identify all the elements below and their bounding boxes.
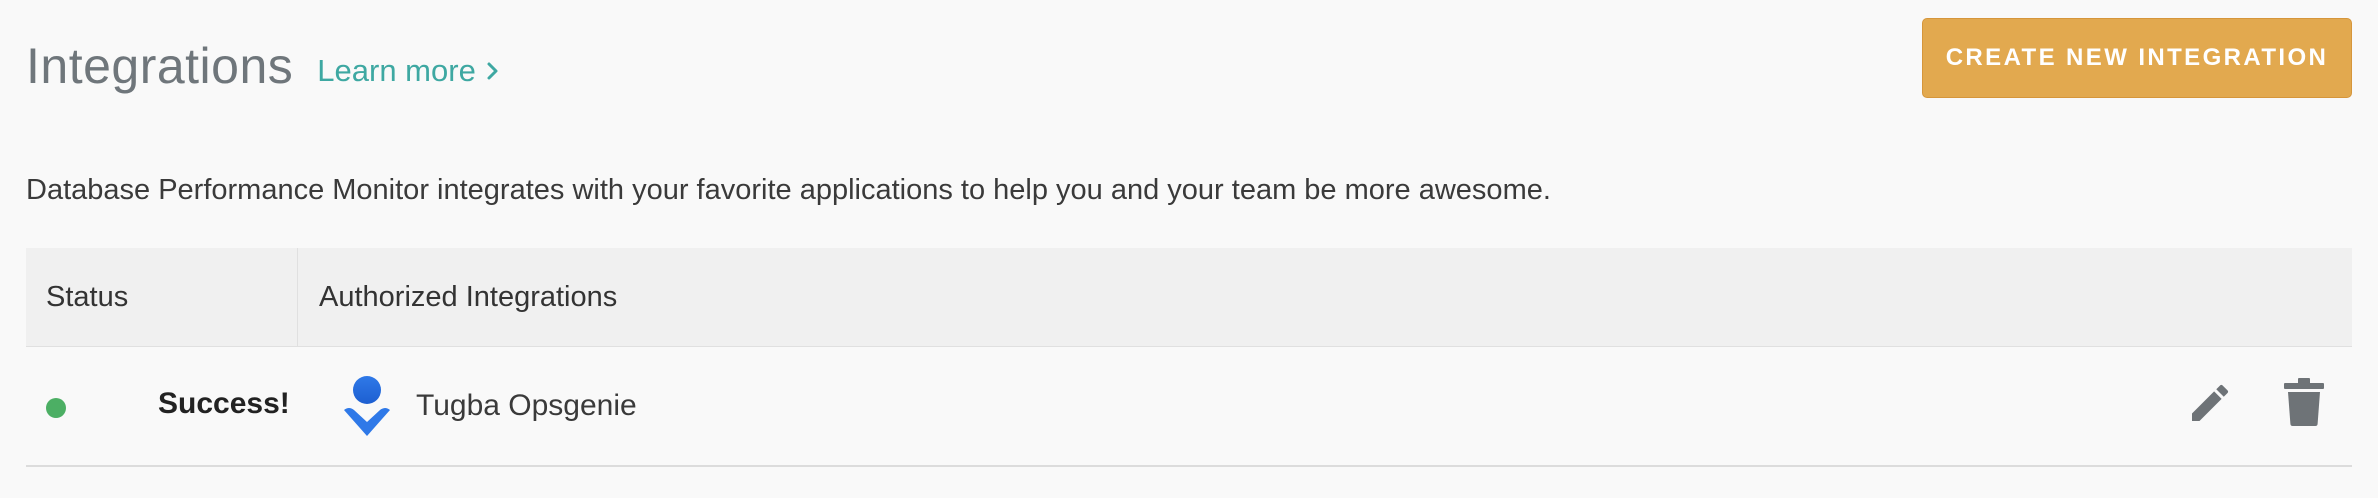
table-header: Status Authorized Integrations [26, 248, 2352, 347]
create-new-integration-button[interactable]: CREATE NEW INTEGRATION [1922, 18, 2352, 98]
status-indicator-dot [46, 398, 66, 418]
page-description: Database Performance Monitor integrates … [26, 174, 1551, 206]
opsgenie-icon [340, 375, 394, 437]
column-header-status: Status [26, 248, 298, 346]
integrations-page: Integrations Learn more CREATE NEW INTEG… [0, 0, 2378, 498]
integrations-table: Status Authorized Integrations Success! [26, 248, 2352, 467]
learn-more-link[interactable]: Learn more [317, 53, 500, 89]
edit-icon[interactable] [2186, 379, 2234, 427]
page-title: Integrations [26, 38, 294, 94]
table-row: Success! Tugba Opsgenie [26, 347, 2352, 467]
status-text: Success! [158, 387, 290, 420]
delete-icon[interactable] [2282, 377, 2326, 427]
page-header: Integrations Learn more CREATE NEW INTEG… [26, 18, 2352, 106]
column-header-authorized-integrations: Authorized Integrations [319, 280, 618, 313]
integration-name: Tugba Opsgenie [416, 389, 637, 422]
chevron-right-icon [486, 61, 500, 81]
learn-more-label: Learn more [317, 53, 476, 88]
